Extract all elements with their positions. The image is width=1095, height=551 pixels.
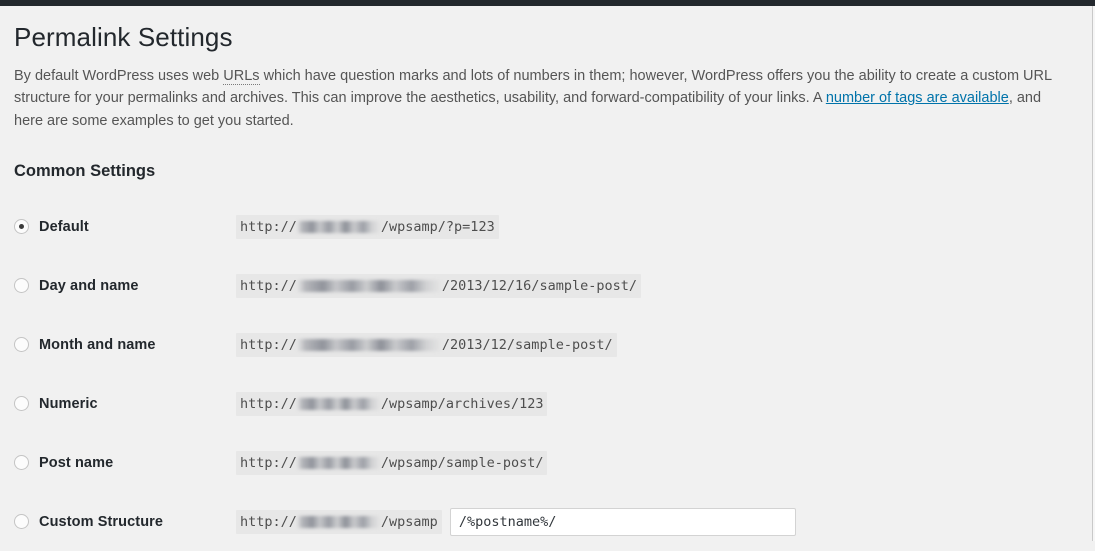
example-cell-day-and-name: http:// /2013/12/16/sample-post/ xyxy=(236,256,1074,315)
example-cell-numeric: http:// /wpsamp/archives/123 xyxy=(236,374,1074,433)
radio-default[interactable] xyxy=(14,219,29,235)
option-cell-custom-structure: Custom Structure xyxy=(14,492,236,551)
radio-day-and-name[interactable] xyxy=(14,278,29,294)
table-row: Default http:// /wpsamp/?p=123 xyxy=(14,197,1074,256)
redacted-host xyxy=(296,397,381,410)
url-prefix: http:// xyxy=(240,395,297,412)
url-prefix: http:// xyxy=(240,277,297,294)
example-cell-custom-structure: http:// /wpsamp xyxy=(236,492,1074,551)
redacted-host xyxy=(296,338,442,351)
url-example-default: http:// /wpsamp/?p=123 xyxy=(236,214,499,239)
option-cell-month-and-name: Month and name xyxy=(14,315,236,374)
url-suffix: /wpsamp/archives/123 xyxy=(380,395,544,412)
permalink-settings-page: Permalink Settings By default WordPress … xyxy=(0,6,1092,541)
url-example-month-and-name: http:// /2013/12/sample-post/ xyxy=(236,332,617,357)
option-cell-default: Default xyxy=(14,197,236,256)
radio-text-custom-structure: Custom Structure xyxy=(39,513,164,530)
radio-label-custom-structure[interactable]: Custom Structure xyxy=(14,514,236,530)
radio-text-default: Default xyxy=(39,218,89,235)
available-tags-link[interactable]: number of tags are available xyxy=(826,90,1009,106)
example-cell-post-name: http:// /wpsamp/sample-post/ xyxy=(236,433,1074,492)
example-cell-default: http:// /wpsamp/?p=123 xyxy=(236,197,1074,256)
url-suffix: /2013/12/16/sample-post/ xyxy=(441,277,637,294)
radio-text-post-name: Post name xyxy=(39,454,114,471)
redacted-host xyxy=(296,279,442,292)
page-title: Permalink Settings xyxy=(14,22,233,52)
common-settings-heading: Common Settings xyxy=(14,162,156,181)
radio-text-numeric: Numeric xyxy=(39,395,98,412)
table-row: Month and name http:// /2013/12/sample-po… xyxy=(14,315,1074,374)
url-suffix: /wpsamp xyxy=(380,513,438,530)
url-suffix: /2013/12/sample-post/ xyxy=(441,336,613,353)
url-prefix: http:// xyxy=(240,513,297,530)
intro-text-part1: By default WordPress uses web xyxy=(14,67,224,84)
url-prefix: http:// xyxy=(240,336,297,353)
table-row: Day and name http:// /2013/12/16/sample-p… xyxy=(14,256,1074,315)
example-cell-month-and-name: http:// /2013/12/sample-post/ xyxy=(236,315,1074,374)
intro-paragraph: By default WordPress uses web URLs which… xyxy=(14,65,1078,132)
table-row: Custom Structure http:// /wpsamp xyxy=(14,492,1074,551)
url-suffix: /wpsamp/?p=123 xyxy=(380,218,495,235)
option-cell-post-name: Post name xyxy=(14,433,236,492)
url-prefix-custom-structure: http:// /wpsamp xyxy=(236,509,442,534)
radio-numeric[interactable] xyxy=(14,396,29,412)
url-example-day-and-name: http:// /2013/12/16/sample-post/ xyxy=(236,273,641,298)
url-example-post-name: http:// /wpsamp/sample-post/ xyxy=(236,450,548,475)
radio-label-numeric[interactable]: Numeric xyxy=(14,396,236,412)
url-example-numeric: http:// /wpsamp/archives/123 xyxy=(236,391,548,416)
option-cell-day-and-name: Day and name xyxy=(14,256,236,315)
radio-label-post-name[interactable]: Post name xyxy=(14,455,236,471)
radio-custom-structure[interactable] xyxy=(14,514,29,530)
redacted-host xyxy=(296,456,381,469)
custom-structure-input[interactable] xyxy=(449,507,796,536)
radio-text-month-and-name: Month and name xyxy=(39,336,156,353)
radio-label-default[interactable]: Default xyxy=(14,219,236,235)
url-suffix: /wpsamp/sample-post/ xyxy=(380,454,544,471)
radio-text-day-and-name: Day and name xyxy=(39,277,139,294)
url-prefix: http:// xyxy=(240,454,297,471)
table-row: Numeric http:// /wpsamp/archives/123 xyxy=(14,374,1074,433)
url-prefix: http:// xyxy=(240,218,297,235)
radio-month-and-name[interactable] xyxy=(14,337,29,353)
radio-post-name[interactable] xyxy=(14,455,29,471)
permalink-options-table: Default http:// /wpsamp/?p=123 Day and na… xyxy=(14,197,1074,551)
radio-label-day-and-name[interactable]: Day and name xyxy=(14,278,236,294)
radio-label-month-and-name[interactable]: Month and name xyxy=(14,337,236,353)
table-row: Post name http:// /wpsamp/sample-post/ xyxy=(14,433,1074,492)
redacted-host xyxy=(296,515,381,528)
urls-abbr: URLs xyxy=(223,67,260,85)
option-cell-numeric: Numeric xyxy=(14,374,236,433)
redacted-host xyxy=(296,220,381,233)
